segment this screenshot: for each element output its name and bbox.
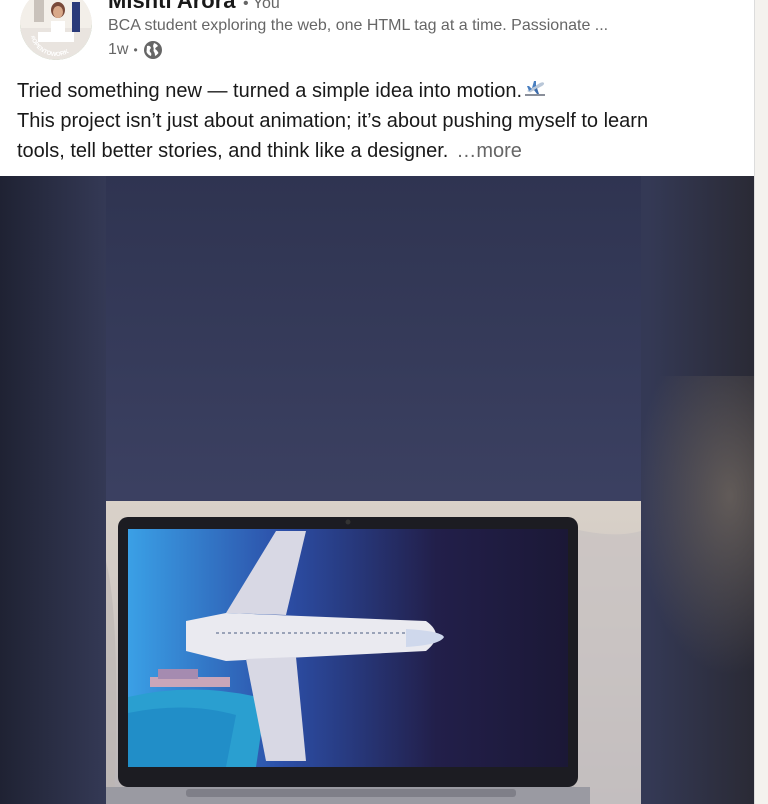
post-body-text: Tried something new — turned a simple id… [17, 76, 717, 166]
airplane-departure-icon [524, 78, 546, 98]
meta-separator: • [133, 43, 138, 57]
author-headline: BCA student exploring the web, one HTML … [108, 17, 609, 34]
video-frame[interactable] [106, 176, 641, 804]
post-text-line-3: tools, tell better stories, and think li… [17, 140, 522, 162]
post-meta: 1w • [108, 40, 163, 60]
post-text-line-1: Tried something new — turned a simple id… [17, 76, 717, 106]
post-time[interactable]: 1w [108, 41, 128, 59]
video-laptop-scene [106, 501, 641, 804]
feed-post-card: #OPENTOWORK Mishti Arora • You BCA stude… [0, 0, 755, 804]
see-more-link[interactable]: …more [456, 140, 522, 162]
author-name[interactable]: Mishti Arora [108, 0, 236, 13]
avatar[interactable]: #OPENTOWORK [20, 0, 92, 60]
media-background-blur [634, 376, 754, 676]
post-header: #OPENTOWORK Mishti Arora • You BCA stude… [0, 0, 754, 70]
post-media-video[interactable] [0, 176, 754, 804]
author-you-tag: • You [242, 0, 280, 12]
author-name-row: Mishti Arora • You [108, 0, 280, 14]
post-text-line-2: This project isn’t just about animation;… [17, 110, 649, 132]
globe-icon [143, 40, 163, 60]
